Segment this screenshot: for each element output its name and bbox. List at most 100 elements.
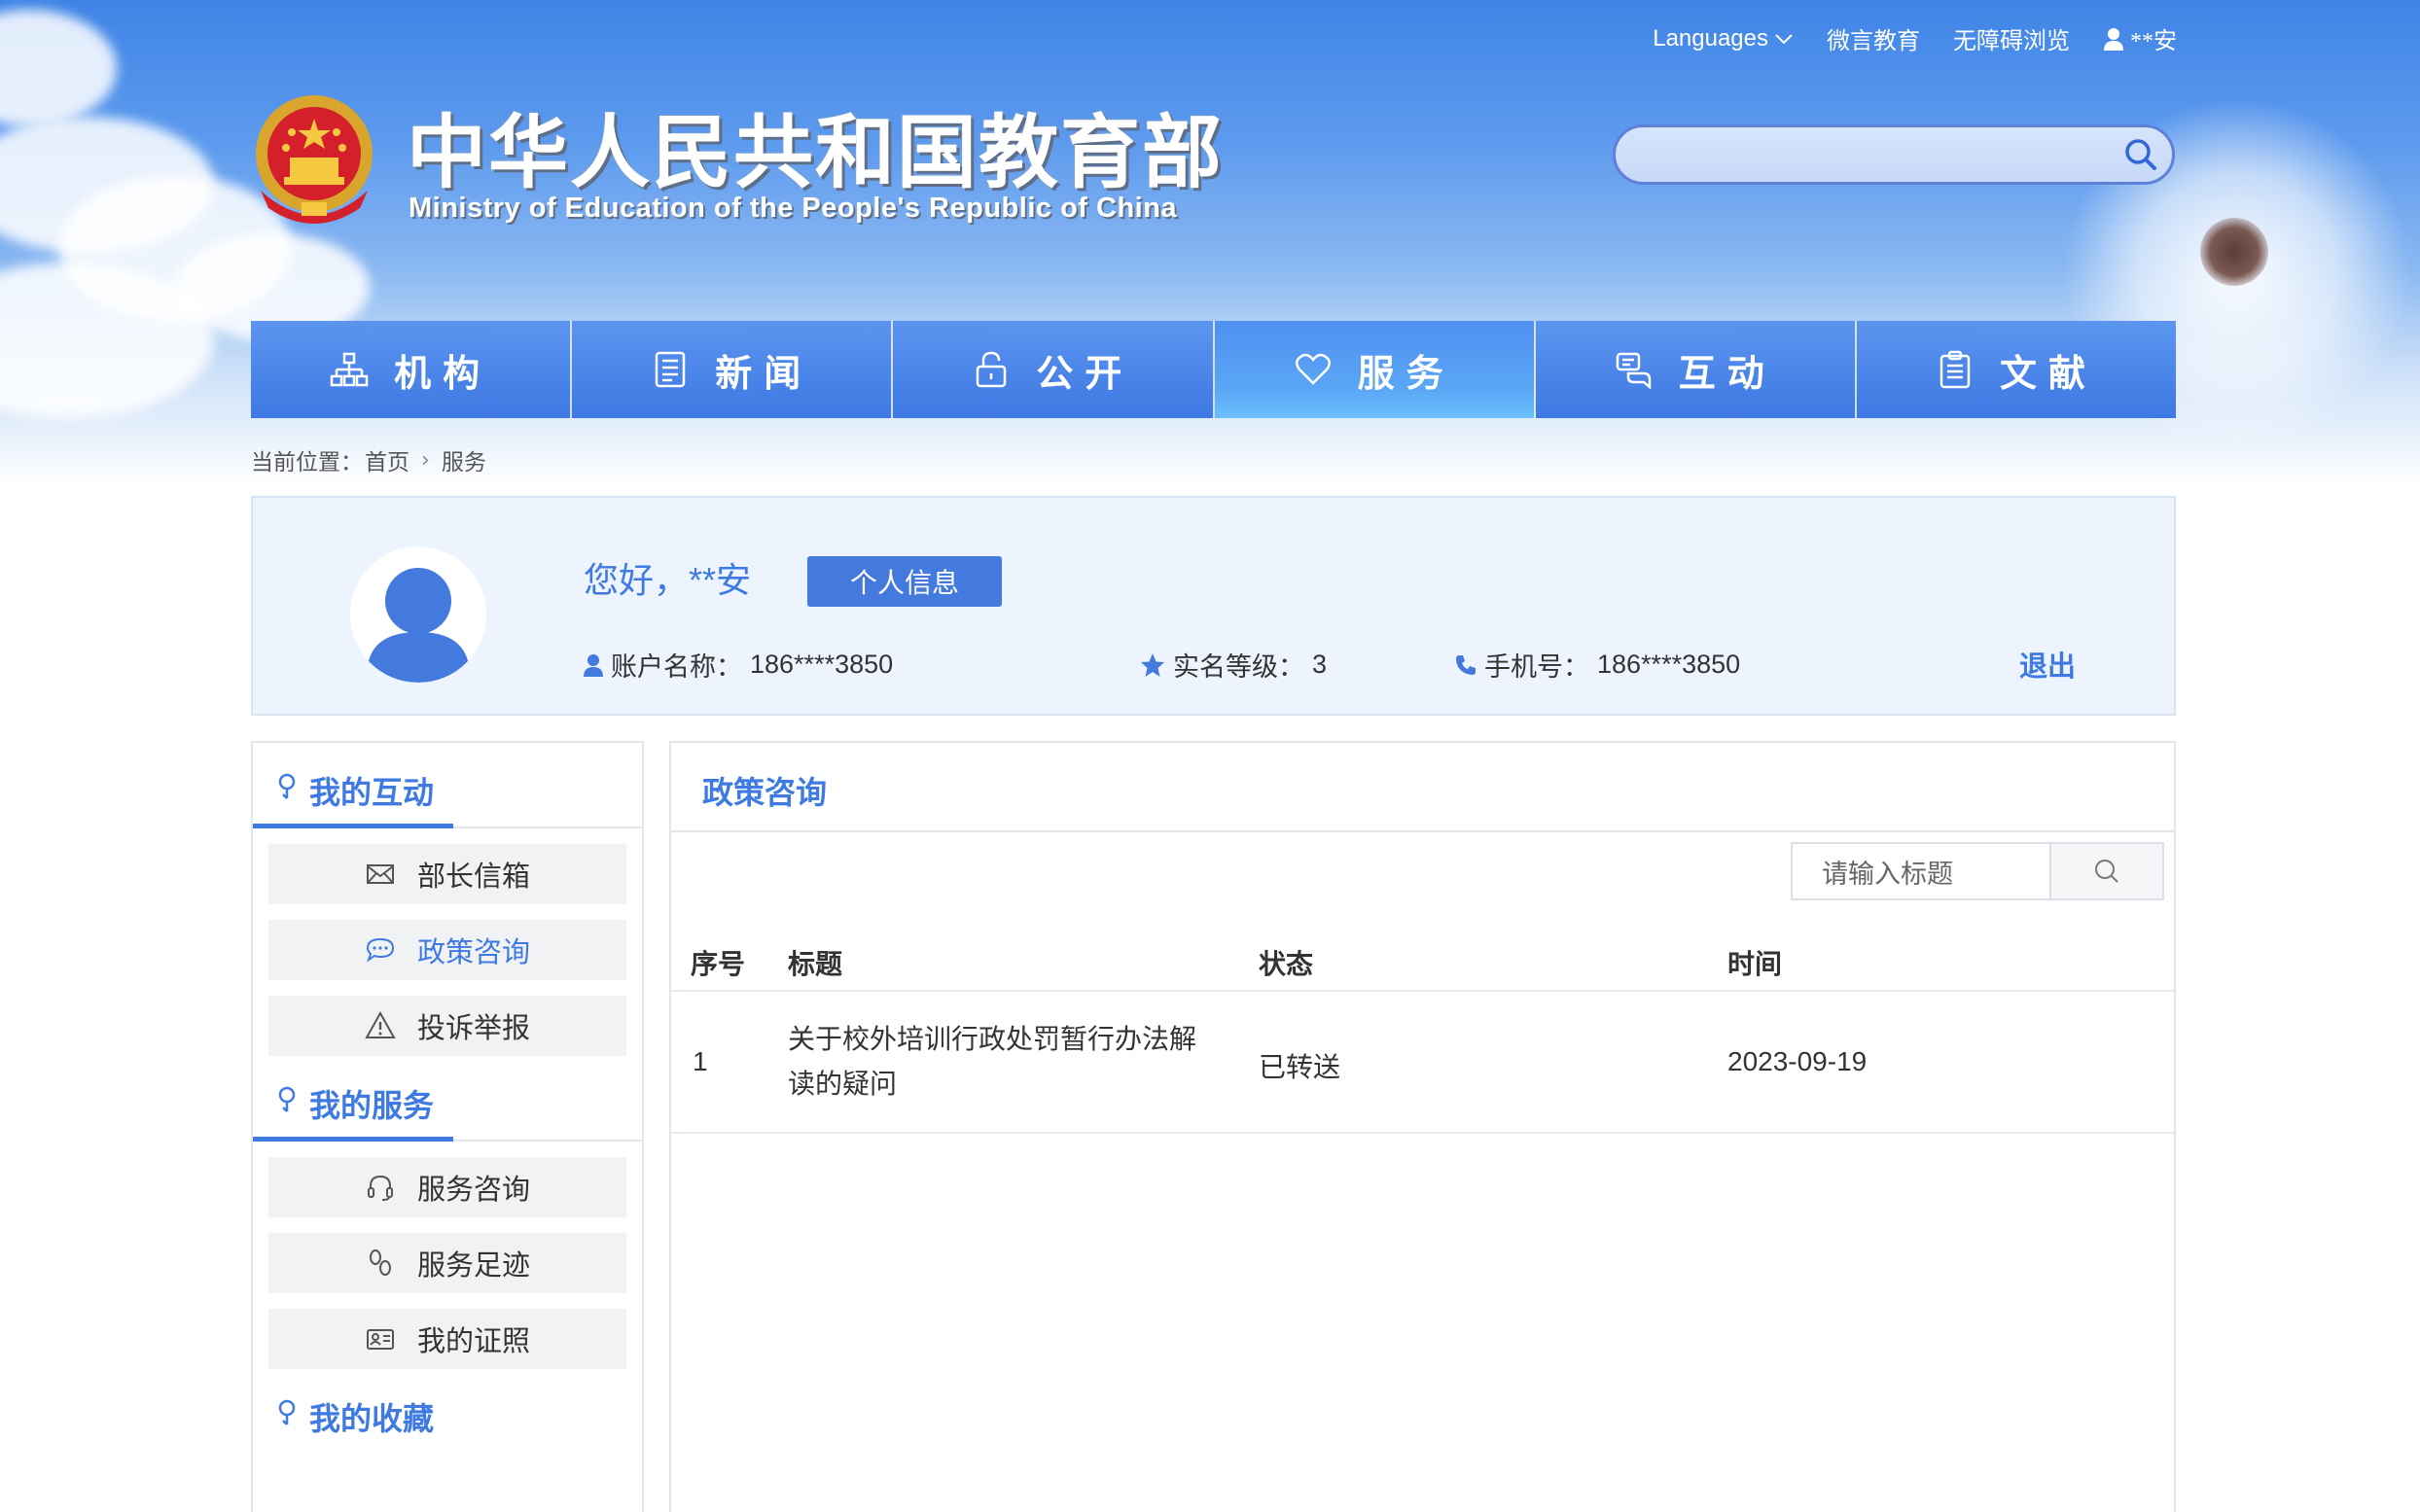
weiyan-link[interactable]: 微言教育 — [1827, 21, 1920, 55]
sidebar-item-label: 部长信箱 — [416, 861, 530, 893]
nav-item-jigou[interactable]: 机构 — [251, 321, 573, 418]
pin-icon — [278, 1086, 296, 1112]
page: { "top_links": { "languages": "Languages… — [0, 0, 2420, 1512]
user-panel: 您好，**安 个人信息 账户名称： 186****3850 实名等级： 3 手机… — [251, 496, 2176, 716]
headset-icon — [367, 1175, 393, 1201]
languages-dropdown[interactable]: Languages — [1653, 25, 1794, 53]
sidebar-item-label: 服务足迹 — [416, 1250, 530, 1282]
column-header-time: 时间 — [1727, 949, 1783, 979]
chevron-down-icon — [1775, 33, 1793, 44]
account-name-label: 账户名称： — [611, 652, 742, 682]
phone-icon — [1456, 654, 1476, 675]
section-underline — [253, 1137, 453, 1142]
sidebar-item-label: 服务咨询 — [416, 1175, 530, 1206]
sidebar-item-policy-consult[interactable]: 政策咨询 — [268, 920, 626, 980]
pin-icon — [278, 1399, 296, 1425]
nav-label: 新闻 — [715, 353, 813, 395]
account-name-field: 账户名称： 186****3850 — [584, 646, 893, 684]
nav-item-hudong[interactable]: 互动 — [1536, 321, 1857, 418]
avatar — [350, 546, 486, 683]
top-links: Languages 微言教育 无障碍浏览 **安 — [1653, 21, 2177, 55]
verification-level-label: 实名等级： — [1173, 652, 1304, 682]
nav-item-xinwen[interactable]: 新闻 — [572, 321, 894, 418]
document-icon — [1940, 350, 1971, 389]
site-subtitle: Ministry of Education of the People's Re… — [409, 193, 1178, 224]
main-header: 政策咨询 — [671, 743, 2174, 832]
warning-icon — [365, 1010, 396, 1038]
nav-item-gongkai[interactable]: 公开 — [893, 321, 1215, 418]
phone-value: 186****3850 — [1597, 650, 1741, 679]
breadcrumb-home-link[interactable]: 首页 — [365, 443, 409, 476]
title-search-button[interactable] — [2051, 844, 2162, 898]
user-menu[interactable]: **安 — [2103, 21, 2177, 55]
title-search: 请输入标题 — [1791, 842, 2164, 900]
sidebar-item-label: 投诉举报 — [416, 1013, 530, 1044]
table-header: 序号 标题 状态 时间 — [671, 926, 2174, 992]
unlock-icon — [977, 351, 1007, 388]
nav-label: 公开 — [1036, 353, 1134, 395]
sidebar-item-label: 政策咨询 — [416, 937, 530, 968]
heart-icon — [1295, 353, 1331, 385]
site-title: 中华人民共和国教育部 — [407, 109, 1225, 197]
star-icon — [1141, 652, 1164, 677]
sidebar-section-header: 我的互动 — [253, 743, 642, 828]
sidebar-item-service-consult[interactable]: 服务咨询 — [268, 1157, 626, 1217]
sidebar-item-label: 我的证照 — [416, 1326, 530, 1357]
sidebar-item-complaint[interactable]: 投诉举报 — [268, 996, 626, 1056]
org-chart-icon — [330, 352, 369, 387]
nav-item-fuwu[interactable]: 服务 — [1214, 321, 1536, 418]
nav-label: 服务 — [1357, 353, 1455, 395]
pin-icon — [278, 773, 296, 799]
nav-label: 互动 — [1678, 353, 1776, 395]
sidebar: 我的互动 部长信箱 政策咨询 投诉举报 我的服务 服务咨询 服务足迹 我的证照 … — [251, 741, 644, 1512]
main-panel: 政策咨询 请输入标题 序号 标题 状态 时间 1 关于校外培训行政处罚暂行办法解… — [669, 741, 2176, 1512]
chevron-right-icon: › — [421, 447, 430, 473]
nav-label: 文献 — [1999, 353, 2097, 395]
languages-label: Languages — [1653, 24, 1768, 52]
breadcrumb-current: 服务 — [441, 450, 486, 475]
cell-title[interactable]: 关于校外培训行政处罚暂行办法解读的疑问 — [788, 1017, 1216, 1107]
user-name: **安 — [2130, 29, 2177, 54]
verification-level-field: 实名等级： 3 — [1140, 646, 1327, 684]
section-underline — [253, 824, 453, 828]
main-title: 政策咨询 — [702, 775, 828, 810]
user-avatar-icon — [368, 568, 469, 683]
table-row[interactable]: 1 关于校外培训行政处罚暂行办法解读的疑问 已转送 2023-09-19 — [671, 994, 2174, 1134]
sidebar-section-title: 我的收藏 — [309, 1401, 435, 1436]
sidebar-item-service-footprint[interactable]: 服务足迹 — [268, 1233, 626, 1293]
sidebar-item-my-licenses[interactable]: 我的证照 — [268, 1309, 626, 1369]
main-nav: 机构 新闻 公开 服务 互动 文献 — [251, 321, 2176, 418]
news-icon — [656, 351, 686, 388]
user-icon — [2104, 27, 2123, 51]
footprint-icon — [369, 1249, 391, 1276]
site-search-input[interactable] — [1613, 124, 2175, 185]
phone-label: 手机号： — [1484, 652, 1589, 682]
sidebar-item-minister-mailbox[interactable]: 部长信箱 — [268, 844, 626, 904]
phone-field: 手机号： 186****3850 — [1455, 646, 1740, 684]
greeting-text: 您好，**安 — [584, 560, 752, 600]
sidebar-section-title: 我的服务 — [309, 1088, 435, 1123]
speech-bubble-icon — [366, 937, 394, 963]
logout-link[interactable]: 退出 — [2019, 644, 2076, 685]
search-icon[interactable] — [2123, 137, 2158, 172]
national-emblem-icon — [256, 95, 373, 224]
search-icon — [2095, 860, 2118, 883]
breadcrumb: 当前位置： 首页 › 服务 — [251, 443, 486, 476]
cell-status: 已转送 — [1259, 1052, 1341, 1082]
personal-info-button[interactable]: 个人信息 — [807, 556, 1002, 607]
account-name-value: 186****3850 — [750, 650, 894, 679]
cell-time: 2023-09-19 — [1727, 1046, 1868, 1076]
title-search-input[interactable]: 请输入标题 — [1793, 844, 2051, 898]
accessible-browse-link[interactable]: 无障碍浏览 — [1953, 21, 2070, 55]
nav-item-wenxian[interactable]: 文献 — [1857, 321, 2176, 418]
sidebar-section-header: 我的收藏 — [253, 1369, 642, 1455]
cell-index: 1 — [693, 1046, 708, 1076]
nav-label: 机构 — [394, 353, 492, 395]
verification-level-value: 3 — [1312, 650, 1328, 679]
breadcrumb-prefix: 当前位置： — [251, 450, 363, 475]
chat-icon — [1616, 352, 1652, 389]
sidebar-section-header: 我的服务 — [253, 1056, 642, 1142]
column-header-title: 标题 — [788, 949, 843, 979]
user-icon — [584, 653, 603, 677]
column-header-status: 状态 — [1259, 949, 1314, 979]
